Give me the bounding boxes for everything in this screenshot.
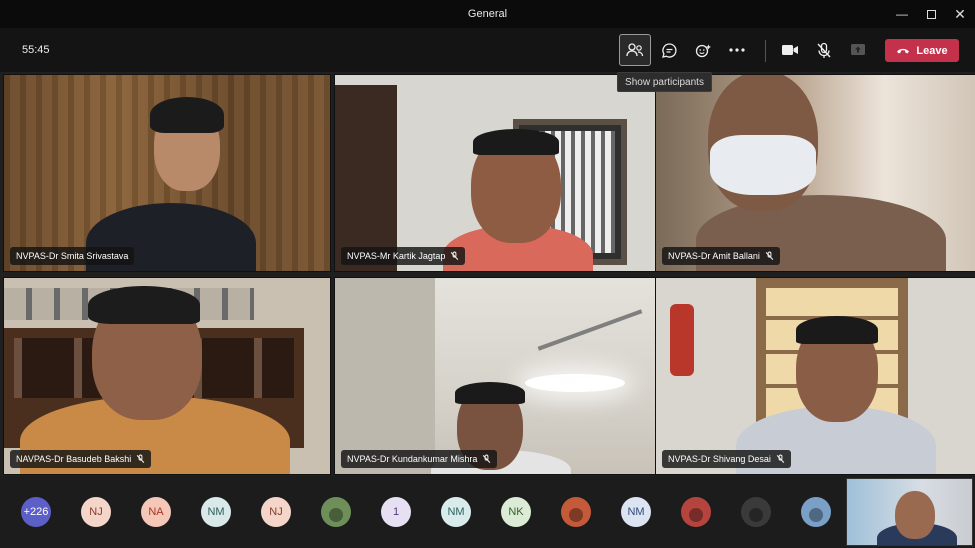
chat-button[interactable] — [653, 34, 685, 66]
chat-icon — [661, 42, 677, 58]
participant-avatar[interactable]: NK — [501, 497, 531, 527]
participant-avatar[interactable] — [741, 497, 771, 527]
minimize-icon[interactable]: — — [892, 4, 912, 24]
avatar-initials: 1 — [392, 506, 400, 518]
participant-avatar[interactable]: NJ — [261, 497, 291, 527]
mic-off-icon — [483, 454, 491, 464]
video-tile-5[interactable]: NVPAS-Dr Kundankumar Mishra — [334, 277, 662, 475]
self-view[interactable] — [846, 478, 973, 546]
participant-avatar[interactable]: NM — [201, 497, 231, 527]
participant-avatar[interactable] — [681, 497, 711, 527]
participants-tooltip: Show participants — [617, 72, 712, 92]
participant-strip: +226 NJ NA NM NJ 1 NM NK NM — [0, 476, 975, 548]
video-tile-6[interactable]: NVPAS-Dr Shivang Desai — [655, 277, 975, 475]
participant-name-tag: NVPAS-Dr Kundankumar Mishra — [341, 450, 498, 468]
reactions-button[interactable] — [687, 34, 719, 66]
mic-off-icon — [451, 251, 459, 261]
leave-label: Leave — [916, 44, 948, 57]
phone-hangup-icon — [897, 48, 910, 54]
maximize-icon[interactable] — [921, 4, 941, 24]
participant-name-tag: NAVPAS-Dr Basudeb Bakshi — [10, 450, 152, 468]
avatar-initials: NM — [627, 506, 645, 518]
participant-name-tag: NVPAS-Dr Amit Ballani — [662, 247, 780, 265]
participant-avatar[interactable]: NA — [141, 497, 171, 527]
fire-extinguisher — [670, 304, 694, 376]
close-icon[interactable]: ✕ — [950, 4, 970, 24]
avatar-photo — [809, 508, 823, 522]
leave-button[interactable]: Leave — [885, 39, 959, 62]
window-title: General — [467, 8, 508, 20]
participants-button[interactable] — [619, 34, 651, 66]
avatar-photo — [569, 508, 583, 522]
more-icon — [729, 48, 745, 52]
avatar-initials: NM — [207, 506, 225, 518]
toolbar-divider — [765, 40, 766, 62]
participant-name-tag: NVPAS-Mr Kartik Jagtap — [341, 247, 466, 265]
reactions-icon — [695, 44, 711, 57]
participant-avatar[interactable]: NM — [441, 497, 471, 527]
participant-face — [895, 491, 935, 539]
participant-name-tag: NVPAS-Dr Smita Srivastava — [10, 247, 135, 265]
camera-button[interactable] — [774, 34, 806, 66]
mic-button[interactable] — [808, 34, 840, 66]
overflow-participants-button[interactable]: +226 — [21, 497, 51, 527]
avatar-initials: NM — [447, 506, 465, 518]
participants-icon — [626, 43, 644, 57]
video-grid: NVPAS-Dr Smita Srivastava NVPAS-Mr Karti… — [3, 74, 975, 475]
participant-avatar[interactable]: NM — [621, 497, 651, 527]
avatar-initials: NJ — [89, 506, 103, 518]
meeting-toolbar: 55:45 Leave — [0, 28, 975, 72]
participant-avatar[interactable] — [321, 497, 351, 527]
camera-icon — [782, 45, 798, 55]
video-tile-4[interactable]: NAVPAS-Dr Basudeb Bakshi — [3, 277, 331, 475]
meeting-timer: 55:45 — [22, 44, 50, 56]
face-mask — [710, 135, 816, 195]
video-tile-3[interactable]: NVPAS-Dr Amit Ballani — [655, 74, 975, 272]
participant-avatar[interactable] — [801, 497, 831, 527]
more-options-button[interactable] — [721, 34, 753, 66]
video-tile-2[interactable]: NVPAS-Mr Kartik Jagtap — [334, 74, 662, 272]
title-bar: General — ✕ — [0, 0, 975, 28]
avatar-initials: NK — [508, 506, 524, 518]
avatar-photo — [329, 508, 343, 522]
participant-avatar[interactable]: 1 — [381, 497, 411, 527]
avatar-photo — [689, 508, 703, 522]
mic-off-icon — [136, 454, 145, 464]
avatar-initials: NA — [148, 506, 164, 518]
participant-avatar[interactable] — [561, 497, 591, 527]
participant-avatar[interactable]: NJ — [81, 497, 111, 527]
avatar-photo — [749, 508, 763, 522]
mic-off-icon — [817, 42, 831, 58]
video-tile-1[interactable]: NVPAS-Dr Smita Srivastava — [3, 74, 331, 272]
share-icon — [851, 44, 865, 55]
share-button[interactable] — [842, 34, 874, 66]
mic-off-icon — [765, 251, 774, 261]
mic-off-icon — [776, 454, 785, 464]
participant-name-tag: NVPAS-Dr Shivang Desai — [662, 450, 791, 468]
avatar-initials: NJ — [269, 506, 283, 518]
